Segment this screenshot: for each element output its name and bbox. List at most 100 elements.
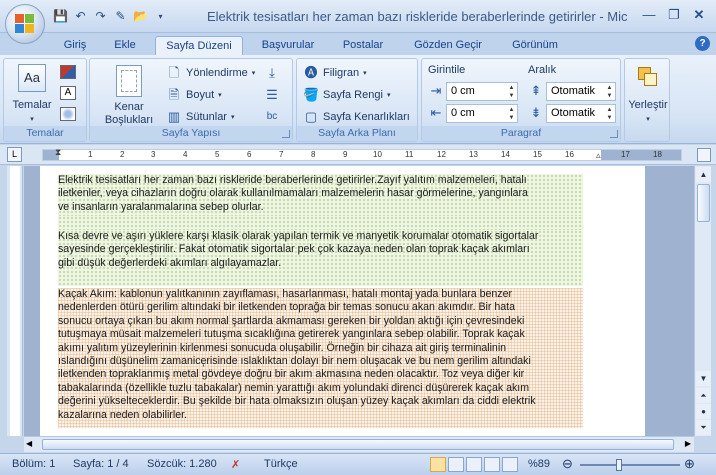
print-layout-view-icon[interactable] xyxy=(430,457,446,472)
office-button[interactable] xyxy=(5,4,45,44)
page-setup-launcher[interactable] xyxy=(282,130,290,138)
undo-icon[interactable]: ↶ xyxy=(72,8,89,25)
hyphenation-button[interactable]: bc xyxy=(264,109,280,125)
paragraph-3[interactable]: Kaçak Akım: kablonun yalıtkanının zayıfl… xyxy=(58,288,583,428)
vertical-scroll-thumb[interactable] xyxy=(697,184,710,222)
scroll-right-icon[interactable]: ▶ xyxy=(685,439,691,448)
previous-page-icon[interactable]: ⏶ xyxy=(696,388,711,403)
page-color-button[interactable]: 🪣 Sayfa Rengi ▾ xyxy=(303,87,390,103)
horizontal-ruler[interactable]: L ⧗ ▵ 1 2 3 4 5 6 7 8 9 10 11 12 13 14 1… xyxy=(0,145,716,165)
page-borders-button[interactable]: ▢ Sayfa Kenarlıkları xyxy=(303,109,410,125)
themes-dropdown-icon[interactable]: ▾ xyxy=(8,113,56,126)
ruler-number: 17 xyxy=(621,150,630,159)
horizontal-scrollbar[interactable]: ◀ ▶ xyxy=(24,436,694,452)
title-bar: 💾 ↶ ↷ ✎ 📂 ▾ Elektrik tesisatları her zam… xyxy=(0,0,716,44)
indent-right-spinner[interactable]: ▲ ▼ xyxy=(507,106,516,122)
outline-view-icon[interactable] xyxy=(484,457,500,472)
margins-label-top[interactable]: Kenar xyxy=(96,101,162,114)
document-area[interactable]: Elektrik tesisatları her zaman bazı risk… xyxy=(24,166,694,436)
ruler-right-margin xyxy=(601,150,681,160)
themes-button-label[interactable]: Temalar xyxy=(8,99,56,112)
themes-icon[interactable]: Aa xyxy=(18,64,46,92)
spacing-after-input[interactable]: Otomatik ▲ ▼ xyxy=(546,104,616,123)
group-label-sayfa-yapisi: Sayfa Yapısı xyxy=(90,126,292,141)
vertical-scrollbar[interactable]: ▲ ▼ ⏶ ● ⏷ xyxy=(694,166,711,436)
vertical-ruler[interactable] xyxy=(7,166,23,436)
browse-object-icon[interactable]: ● xyxy=(696,404,711,419)
line-numbers-button[interactable]: ☰ xyxy=(264,87,280,103)
scroll-left-icon[interactable]: ◀ xyxy=(26,439,32,448)
view-ruler-icon[interactable] xyxy=(697,148,711,162)
proofing-icon[interactable]: ✗ xyxy=(231,458,240,471)
tab-sayfa-duzeni[interactable]: Sayfa Düzeni xyxy=(155,36,243,55)
ruler-number: 1 xyxy=(88,150,93,159)
indent-right-input[interactable]: 0 cm ▲ ▼ xyxy=(446,104,518,123)
arrange-icon[interactable] xyxy=(638,67,658,87)
tab-gozden-gecir[interactable]: Gözden Geçir xyxy=(403,36,493,55)
arrange-label[interactable]: Yerleştir xyxy=(625,99,671,112)
open-icon[interactable]: 📂 xyxy=(132,8,149,25)
orientation-icon: 🗋 xyxy=(168,65,180,80)
language-indicator[interactable]: Türkçe xyxy=(264,458,298,470)
help-icon[interactable]: ? xyxy=(695,36,710,51)
indent-left-input[interactable]: 0 cm ▲ ▼ xyxy=(446,82,518,101)
size-button[interactable]: 🗎 Boyut ▾ xyxy=(166,87,222,103)
indent-left-spinner[interactable]: ▲ ▼ xyxy=(507,84,516,100)
zoom-slider-thumb[interactable] xyxy=(616,459,622,471)
section-indicator[interactable]: Bölüm: 1 xyxy=(12,458,55,470)
close-button[interactable]: ✕ xyxy=(688,6,710,24)
breaks-button[interactable]: ⤓ xyxy=(264,65,280,81)
next-page-icon[interactable]: ⏷ xyxy=(696,420,711,435)
columns-button[interactable]: ▥ Sütunlar ▾ xyxy=(166,109,235,125)
minimize-button[interactable]: — xyxy=(638,6,660,24)
edit-icon[interactable]: ✎ xyxy=(112,8,129,25)
tab-postalar[interactable]: Postalar xyxy=(333,36,393,55)
spacing-before-icon: ⇞ xyxy=(530,83,542,98)
paragraph-launcher[interactable] xyxy=(610,130,618,138)
zoom-in-icon[interactable]: ⊕ xyxy=(684,456,695,472)
ruler-number: 13 xyxy=(469,150,478,159)
text-line: gibi düşük değerlerdeki akımları algılay… xyxy=(58,256,282,269)
margins-icon[interactable] xyxy=(116,65,142,97)
scroll-down-icon[interactable]: ▼ xyxy=(696,371,711,386)
tab-ekle[interactable]: Ekle xyxy=(104,36,146,55)
document-page[interactable]: Elektrik tesisatları her zaman bazı risk… xyxy=(40,166,645,436)
ruler-number: 15 xyxy=(533,150,542,159)
theme-colors-icon[interactable] xyxy=(60,65,76,79)
tab-gorunum[interactable]: Görünüm xyxy=(500,36,570,55)
draft-view-icon[interactable] xyxy=(502,457,518,472)
watermark-button[interactable]: 🅐 Filigran ▾ xyxy=(303,65,366,81)
paragraph-2[interactable]: Kısa devre ve aşırı yüklere karşı klasik… xyxy=(58,230,583,274)
spacing-before-input[interactable]: Otomatik ▲ ▼ xyxy=(546,82,616,101)
redo-icon[interactable]: ↷ xyxy=(92,8,109,25)
indent-marker-icon[interactable]: ⧗ xyxy=(55,147,61,158)
text-line: Kaçak Akım: kablonun yalıtkanının zayıfl… xyxy=(58,288,513,300)
horizontal-scroll-thumb[interactable] xyxy=(42,439,674,450)
tab-selector-icon[interactable]: L xyxy=(7,147,22,162)
paragraph-1[interactable]: Elektrik tesisatları her zaman bazı risk… xyxy=(58,174,583,216)
tab-giris[interactable]: Giriş xyxy=(54,36,96,55)
orientation-button[interactable]: 🗋 Yönlendirme ▾ xyxy=(166,65,256,81)
tab-basvurular[interactable]: Başvurular xyxy=(251,36,325,55)
ruler-number: 8 xyxy=(311,150,316,159)
full-screen-reading-icon[interactable] xyxy=(448,457,464,472)
zoom-out-icon[interactable]: ⊖ xyxy=(562,456,573,472)
spacing-after-spinner[interactable]: ▲ ▼ xyxy=(605,106,614,122)
page-indicator[interactable]: Sayfa: 1 / 4 xyxy=(73,458,129,470)
arrange-dropdown-icon[interactable]: ▾ xyxy=(625,113,671,126)
right-indent-marker-icon[interactable]: ▵ xyxy=(596,150,601,161)
text-line: sonucu ortaya çıkan bu akım normal şartl… xyxy=(58,314,525,327)
zoom-slider-track[interactable] xyxy=(580,464,680,466)
scroll-up-icon[interactable]: ▲ xyxy=(696,167,711,182)
zoom-level[interactable]: %89 xyxy=(528,458,550,470)
page-borders-icon: ▢ xyxy=(304,109,318,124)
word-count[interactable]: Sözcük: 1.280 xyxy=(147,458,217,470)
theme-fonts-icon[interactable]: A xyxy=(60,86,76,100)
save-icon[interactable]: 💾 xyxy=(52,8,69,25)
maximize-button[interactable]: ❐ xyxy=(663,6,685,24)
spacing-before-spinner[interactable]: ▲ ▼ xyxy=(605,84,614,100)
customize-qat-icon[interactable]: ▾ xyxy=(152,8,169,25)
theme-effects-icon[interactable] xyxy=(60,107,76,121)
web-layout-icon[interactable] xyxy=(466,457,482,472)
group-paragraf: Girintile Aralık ⇥ 0 cm ▲ ▼ ⇤ 0 cm ▲ ▼ ⇞ O… xyxy=(421,58,621,142)
